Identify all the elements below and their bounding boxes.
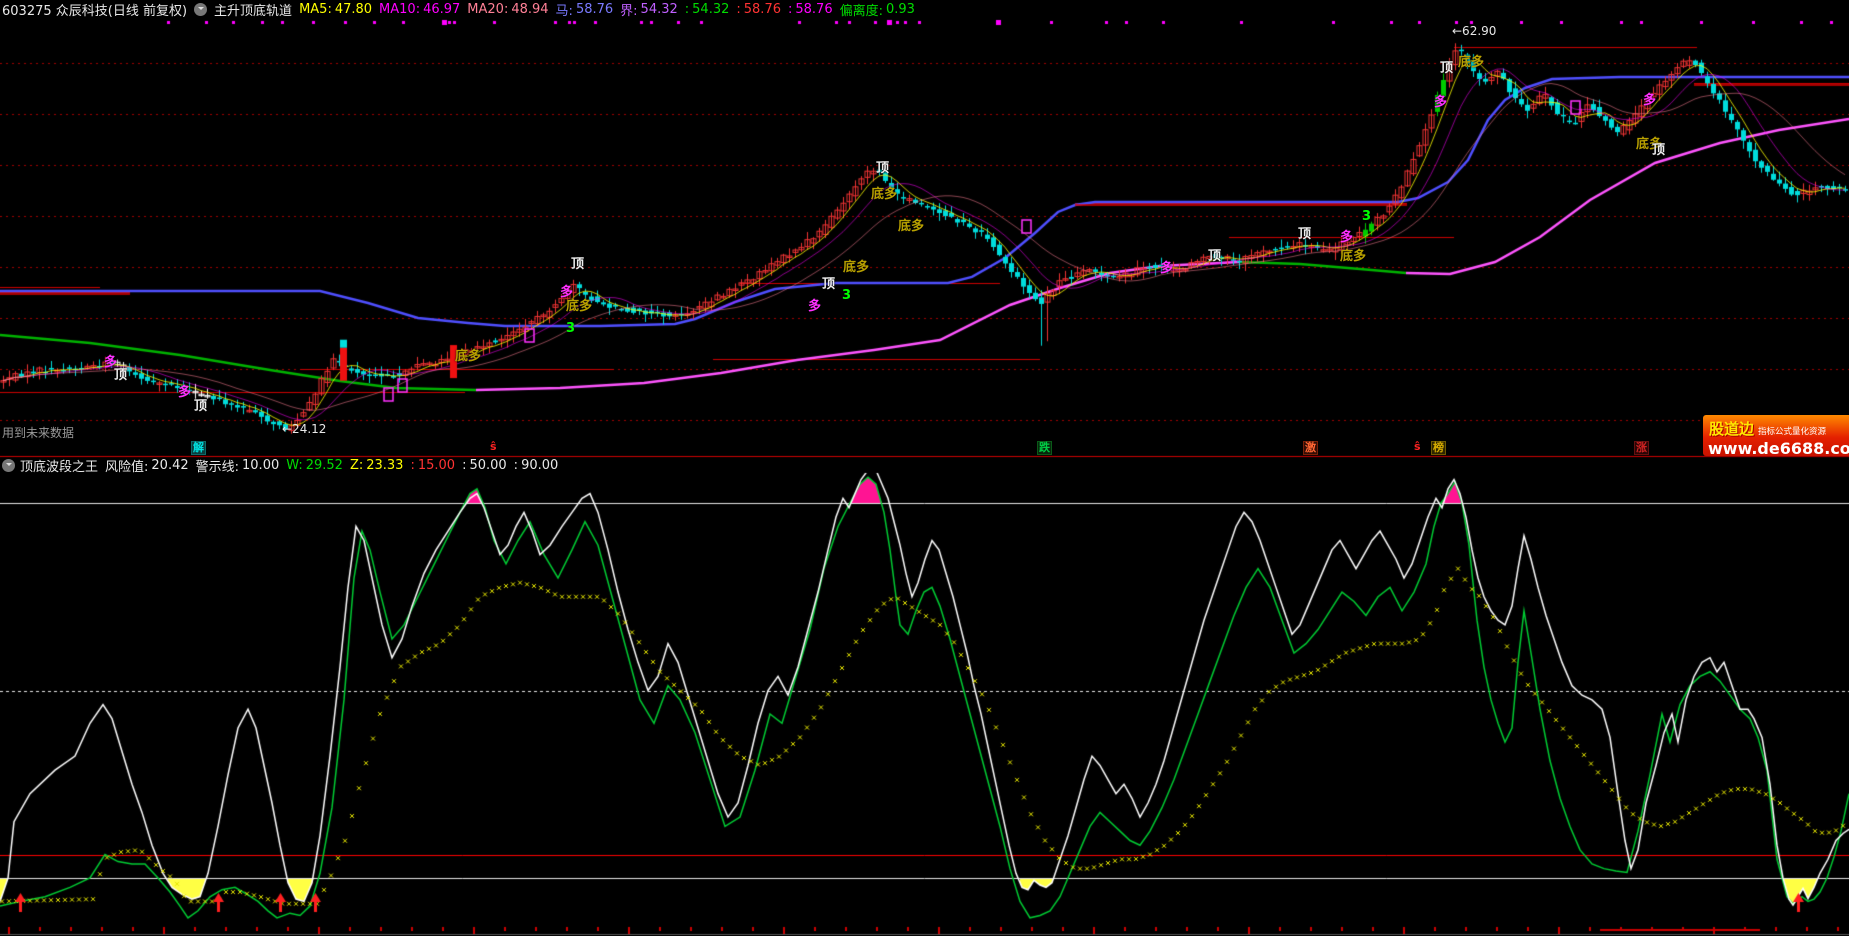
- risk-label: 风险值:: [105, 456, 148, 475]
- chart-annotation: 底多: [871, 188, 897, 201]
- future-data-note: 用到未来数据: [2, 427, 74, 439]
- chart-annotation: 3: [566, 322, 575, 335]
- sub-indicator-header: 顶底波段之王 风险值: 20.42 警示线: 10.00 W: 29.52 Z:…: [0, 457, 1849, 473]
- warn-label: 警示线:: [196, 456, 239, 475]
- magenta-line-value: 58.76: [795, 2, 832, 17]
- track-low-label: 界:: [620, 0, 637, 19]
- chart-annotation: 多: [560, 286, 573, 299]
- chart-annotation: 底多: [843, 261, 869, 274]
- chart-annotation: 顶: [876, 162, 889, 175]
- ma5-value: 47.80: [335, 2, 372, 17]
- ma5-label: MA5:: [299, 2, 332, 17]
- chart-annotation: 顶: [1298, 228, 1311, 241]
- collapse-sub-icon[interactable]: [2, 459, 15, 472]
- warn-value: 10.00: [242, 458, 279, 473]
- level50-label: :: [462, 458, 466, 473]
- ad-banner[interactable]: 股道边 指标公式量化资源 www.de6688.com: [1703, 415, 1849, 456]
- signal-tag: 解: [191, 441, 206, 455]
- ma10-label: MA10:: [379, 2, 420, 17]
- chart-annotation: 底多: [1458, 56, 1484, 69]
- track-low-value: 54.32: [641, 2, 678, 17]
- red-line-label: :: [736, 2, 740, 17]
- z-label: Z:: [350, 458, 363, 473]
- z-value: 23.33: [366, 458, 403, 473]
- signal-tag: ŝ: [489, 441, 498, 453]
- level90-value: 90.00: [521, 458, 558, 473]
- chart-annotation: 多: [808, 300, 821, 313]
- chart-annotation: 多: [1434, 96, 1447, 109]
- level50-value: 50.00: [469, 458, 506, 473]
- chart-annotation: 顶: [114, 369, 127, 382]
- stock-title: 603275 众辰科技(日线 前复权): [2, 0, 187, 19]
- chart-annotation: 顶: [1440, 62, 1453, 75]
- ma20-label: MA20:: [467, 2, 508, 17]
- green-line-label: :: [685, 2, 689, 17]
- ma20-value: 48.94: [511, 2, 548, 17]
- risk-value: 20.42: [151, 458, 188, 473]
- signal-tag: 榜: [1431, 441, 1446, 455]
- signal-tag: 涨: [1634, 441, 1649, 455]
- signal-tag: ŝ: [1413, 441, 1422, 453]
- chart-annotation: 顶: [822, 278, 835, 291]
- w-value: 29.52: [306, 458, 343, 473]
- track-up-label: 马:: [556, 0, 573, 19]
- chart-annotation: 3: [1362, 210, 1371, 223]
- sub-indicator-name[interactable]: 顶底波段之王: [20, 456, 98, 475]
- trading-app-window: 603275 众辰科技(日线 前复权) 主升顶底轨道 MA5: 47.80 MA…: [0, 0, 1849, 936]
- chart-annotation: 顶: [1208, 250, 1221, 263]
- banner-url[interactable]: www.de6688.com: [1708, 439, 1849, 456]
- chart-annotation: 顶: [194, 400, 207, 413]
- low-price-label: ←24.12: [282, 423, 326, 435]
- chart-annotation: 顶: [571, 258, 584, 271]
- chart-annotation: 底多: [566, 300, 592, 313]
- w-label: W:: [286, 458, 302, 473]
- signal-tag: 跌: [1037, 441, 1052, 455]
- chart-annotation: 底多: [898, 220, 924, 233]
- green-line-value: 54.32: [692, 2, 729, 17]
- signal-tag: 激: [1303, 441, 1318, 455]
- level90-label: :: [514, 458, 518, 473]
- track-up-value: 58.76: [576, 2, 613, 17]
- high-price-label: ←62.90: [1452, 25, 1496, 37]
- chart-annotation: 多: [1643, 94, 1656, 107]
- deviation-label: 偏离度:: [840, 0, 883, 19]
- collapse-icon[interactable]: [194, 3, 207, 16]
- chart-annotation: 多: [1160, 262, 1173, 275]
- overlay-indicator-name[interactable]: 主升顶底轨道: [214, 0, 292, 19]
- chart-annotation: 底多: [1340, 250, 1366, 263]
- chart-annotation: 多: [178, 386, 191, 399]
- ma10-value: 46.97: [423, 2, 460, 17]
- chart-annotation: 3: [842, 289, 851, 302]
- banner-brand: 股道边: [1709, 418, 1754, 439]
- level15-label: :: [410, 458, 414, 473]
- title-bar: 603275 众辰科技(日线 前复权) 主升顶底轨道 MA5: 47.80 MA…: [0, 0, 1849, 19]
- magenta-line-label: :: [788, 2, 792, 17]
- chart-annotation: 顶: [1652, 144, 1665, 157]
- red-line-value: 58.76: [744, 2, 781, 17]
- banner-tagline: 指标公式量化资源: [1758, 425, 1826, 437]
- level15-value: 15.00: [418, 458, 455, 473]
- deviation-value: 0.93: [886, 2, 915, 17]
- chart-annotation: 底多: [455, 350, 481, 363]
- chart-annotation: 多: [1340, 231, 1353, 244]
